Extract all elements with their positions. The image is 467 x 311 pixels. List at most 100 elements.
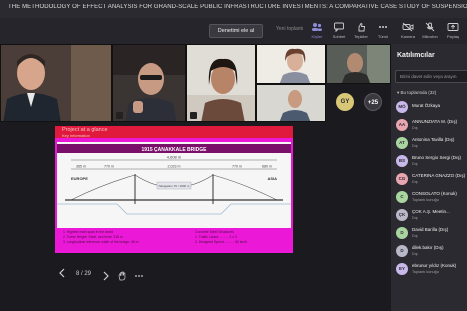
shared-content-area: Project at a glance Key information 1915…	[0, 122, 391, 311]
bridge-diagram: 1915 ÇANAKKALE BRIDGE 4,608 m 365 m 770 …	[57, 142, 291, 228]
more-icon	[379, 26, 387, 28]
teams-meeting-window: THE METHODOLOGY OF EFFECT ANALYSIS FOR G…	[0, 0, 467, 311]
share-icon	[447, 23, 459, 31]
people-button-label: Kişiler	[311, 34, 323, 39]
chevron-left-icon	[59, 268, 65, 278]
participant-role: Dış	[412, 180, 418, 184]
participant-row[interactable]: BS Bruno Sergio Sergi (Dış) Dış	[391, 153, 467, 171]
share-button[interactable]: Paylaş	[442, 22, 464, 39]
mic-off-icon	[425, 22, 435, 32]
video-tile-5[interactable]	[256, 84, 326, 122]
span-label: 680 m	[262, 165, 272, 169]
participant-role: Toplantı konuğu	[412, 198, 439, 202]
participant-role: Dış	[412, 234, 418, 238]
people-icon	[312, 23, 322, 31]
reactions-button-label: Tepkiler	[354, 34, 368, 39]
participant-video-5	[257, 85, 325, 121]
participant-role: Toplantı konuğu	[412, 270, 439, 274]
mic-badge-icon	[190, 112, 197, 119]
chat-icon	[334, 22, 344, 32]
participant-row[interactable]: C CONSOLATO (Konuk) Toplantı konuğu	[391, 189, 467, 207]
participant-name: dilek.bakır (Dış)	[412, 245, 444, 250]
more-button-label: Tümü	[377, 34, 389, 39]
europe-label: EUROPE	[71, 176, 88, 181]
sync-slides-button[interactable]	[117, 268, 127, 281]
avatar: CG	[396, 173, 408, 185]
participant-role: Dış	[412, 126, 418, 130]
participant-row[interactable]: D David Barilla (Dış) Dış	[391, 225, 467, 243]
slide-note: 2. Designed Speed: ......... 80 km/h	[195, 240, 248, 244]
slide-notes-left: 1. Highest main span in the world 2. Tow…	[63, 230, 138, 245]
microphone-button-label: Mikrofon	[422, 34, 438, 39]
participant-name: Antonina Tavilla (Dış)	[412, 137, 455, 142]
participant-video-1	[1, 45, 111, 121]
slide-more-button[interactable]	[134, 268, 144, 280]
participant-row[interactable]: AA ANNUNZIATA M. (Dış) Dış	[391, 117, 467, 135]
next-slide-button[interactable]	[102, 268, 110, 281]
total-length-label: 4,608 m	[167, 155, 182, 160]
more-button[interactable]: Tümü	[372, 22, 394, 39]
title-bar: THE METHODOLOGY OF EFFECT ANALYSIS FOR G…	[0, 0, 467, 18]
share-button-label: Paylaş	[446, 34, 459, 39]
slide-notes-right: Concrete Steel Structures 1. Traffic Lan…	[195, 230, 247, 245]
participant-row[interactable]: D dilek.bakır (Dış) Dış	[391, 243, 467, 261]
avatar: MÖ	[396, 101, 408, 113]
reactions-button[interactable]: Tepkiler	[350, 22, 372, 39]
participant-row[interactable]: ÇK ÇOK A.Ş. Meetin... Dış	[391, 207, 467, 225]
slide-header-bar: Project at a glance Key information	[55, 126, 293, 138]
camera-button-label: Kamera	[400, 34, 415, 39]
take-control-button[interactable]: Denetimi ele al	[209, 24, 263, 38]
participant-role: Dış	[412, 144, 418, 148]
panel-title: Katılımcılar	[397, 52, 435, 59]
bridge-drawing: 1915 ÇANAKKALE BRIDGE 4,608 m 365 m 770 …	[57, 144, 291, 215]
video-tile-2[interactable]	[112, 44, 186, 122]
participant-name: ANNUNZIATA M. (Dış)	[412, 119, 458, 124]
reactions-icon	[358, 22, 366, 32]
participant-name: CATERINA GNAZZO (Dış)	[412, 173, 466, 178]
video-tile-1[interactable]	[0, 44, 112, 122]
participant-name: David Barilla (Dış)	[412, 227, 449, 232]
video-tile-3[interactable]	[186, 44, 256, 122]
people-button[interactable]: Kişiler	[306, 22, 328, 39]
avatar: EY	[396, 263, 408, 275]
chevron-right-icon	[103, 271, 109, 281]
more-participants-badge[interactable]: +25	[364, 93, 382, 111]
avatar: D	[396, 227, 408, 239]
participant-row[interactable]: MÖ Murat Özkaya	[391, 99, 467, 117]
participant-role: Dış	[412, 252, 418, 256]
participant-video-6	[327, 45, 390, 83]
avatar[interactable]: GY	[336, 93, 354, 111]
participant-name: Bruno Sergio Sergi (Dış)	[412, 155, 462, 160]
slide-counter: 8 / 29	[76, 271, 92, 277]
avatar: AA	[396, 119, 408, 131]
participant-row[interactable]: EY ebrunur yıldız (Konuk) Toplantı konuğ…	[391, 261, 467, 279]
meeting-title: THE METHODOLOGY OF EFFECT ANALYSIS FOR G…	[8, 4, 467, 10]
span-label: 770 m	[232, 165, 242, 169]
participant-role: Dış	[412, 162, 418, 166]
span-label: 365 m	[76, 165, 86, 169]
avatar: C	[396, 191, 408, 203]
mic-badge-icon	[116, 112, 123, 119]
participant-row[interactable]: AT Antonina Tavilla (Dış) Dış	[391, 135, 467, 153]
in-meeting-section-toggle[interactable]: ▾ Bu toplantıda (32)	[397, 90, 436, 96]
participant-video-4	[257, 45, 325, 83]
microphone-button[interactable]: Mikrofon	[419, 22, 441, 39]
participants-panel: Katılımcılar Birini davet edin veya aray…	[391, 44, 467, 311]
invite-search-input[interactable]: Birini davet edin veya arayın	[395, 70, 467, 83]
participant-row[interactable]: CG CATERINA GNAZZO (Dış) Dış	[391, 171, 467, 189]
chat-button-label: Sohbet	[332, 34, 346, 39]
participant-name: ebrunur yıldız (Konuk)	[412, 263, 457, 268]
chat-button[interactable]: Sohbet	[328, 22, 350, 39]
bridge-name: 1915 ÇANAKKALE BRIDGE	[141, 147, 207, 153]
previous-slide-button[interactable]	[58, 268, 66, 280]
camera-off-icon	[402, 22, 414, 32]
participant-name: Murat Özkaya	[412, 103, 441, 108]
video-tile-4[interactable]	[256, 44, 326, 84]
participant-role: Dış	[412, 216, 418, 220]
video-tile-6[interactable]	[326, 44, 391, 84]
avatar: ÇK	[396, 209, 408, 221]
overflow-tile: GY +25	[326, 84, 391, 122]
participant-name: ÇOK A.Ş. Meetin...	[412, 209, 450, 214]
avatar: D	[396, 245, 408, 257]
camera-button[interactable]: Kamera	[397, 22, 419, 39]
